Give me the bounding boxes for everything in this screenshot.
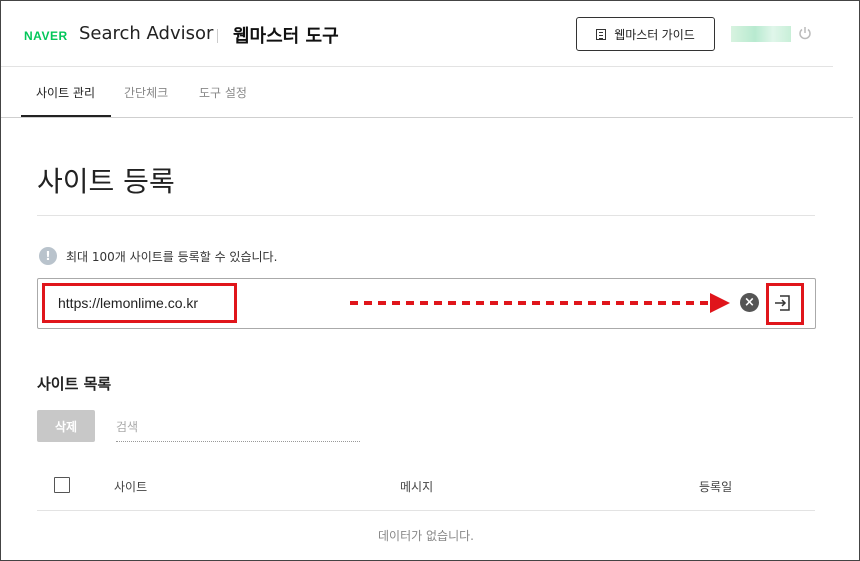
- site-limit-notice: 최대 100개 사이트를 등록할 수 있습니다.: [66, 250, 278, 264]
- power-icon[interactable]: [798, 26, 812, 40]
- annotation-arrow: [350, 293, 730, 313]
- site-list-title: 사이트 목록: [37, 375, 112, 393]
- header: NAVER Search Advisor 웹마스터 도구 웹마스터 가이드: [1, 1, 833, 67]
- brand-name[interactable]: Search Advisor: [79, 23, 213, 44]
- column-header-site: 사이트: [114, 480, 148, 494]
- empty-table-message: 데이터가 없습니다.: [378, 529, 474, 543]
- header-title: 웹마스터 도구: [233, 26, 339, 47]
- tab-tool-settings[interactable]: 도구 설정: [199, 84, 247, 101]
- column-header-message: 메시지: [400, 480, 434, 494]
- tab-quick-check[interactable]: 간단체크: [124, 84, 168, 101]
- site-table-header: 사이트 메시지 등록일: [37, 465, 815, 511]
- tab-site-management[interactable]: 사이트 관리: [36, 84, 95, 101]
- info-icon: !: [39, 247, 57, 265]
- page-title: 사이트 등록: [37, 165, 175, 198]
- column-header-registered-date: 등록일: [699, 480, 733, 494]
- register-submit-icon[interactable]: [773, 293, 793, 313]
- tab-bar: 사이트 관리 간단체크 도구 설정: [1, 67, 853, 118]
- site-search-input[interactable]: [116, 412, 360, 442]
- delete-button[interactable]: 삭제: [37, 410, 95, 442]
- header-divider: [217, 29, 218, 43]
- guide-button-label: 웹마스터 가이드: [614, 27, 695, 42]
- active-tab-indicator: [21, 115, 111, 117]
- document-list-icon: [596, 28, 607, 40]
- naver-logo[interactable]: NAVER: [24, 29, 68, 43]
- clear-icon[interactable]: ×: [740, 293, 759, 312]
- annotation-highlight-url: [42, 283, 237, 323]
- title-divider: [37, 215, 815, 216]
- webmaster-guide-button[interactable]: 웹마스터 가이드: [576, 17, 715, 51]
- select-all-checkbox[interactable]: [54, 477, 70, 493]
- user-name-blurred[interactable]: [731, 26, 791, 42]
